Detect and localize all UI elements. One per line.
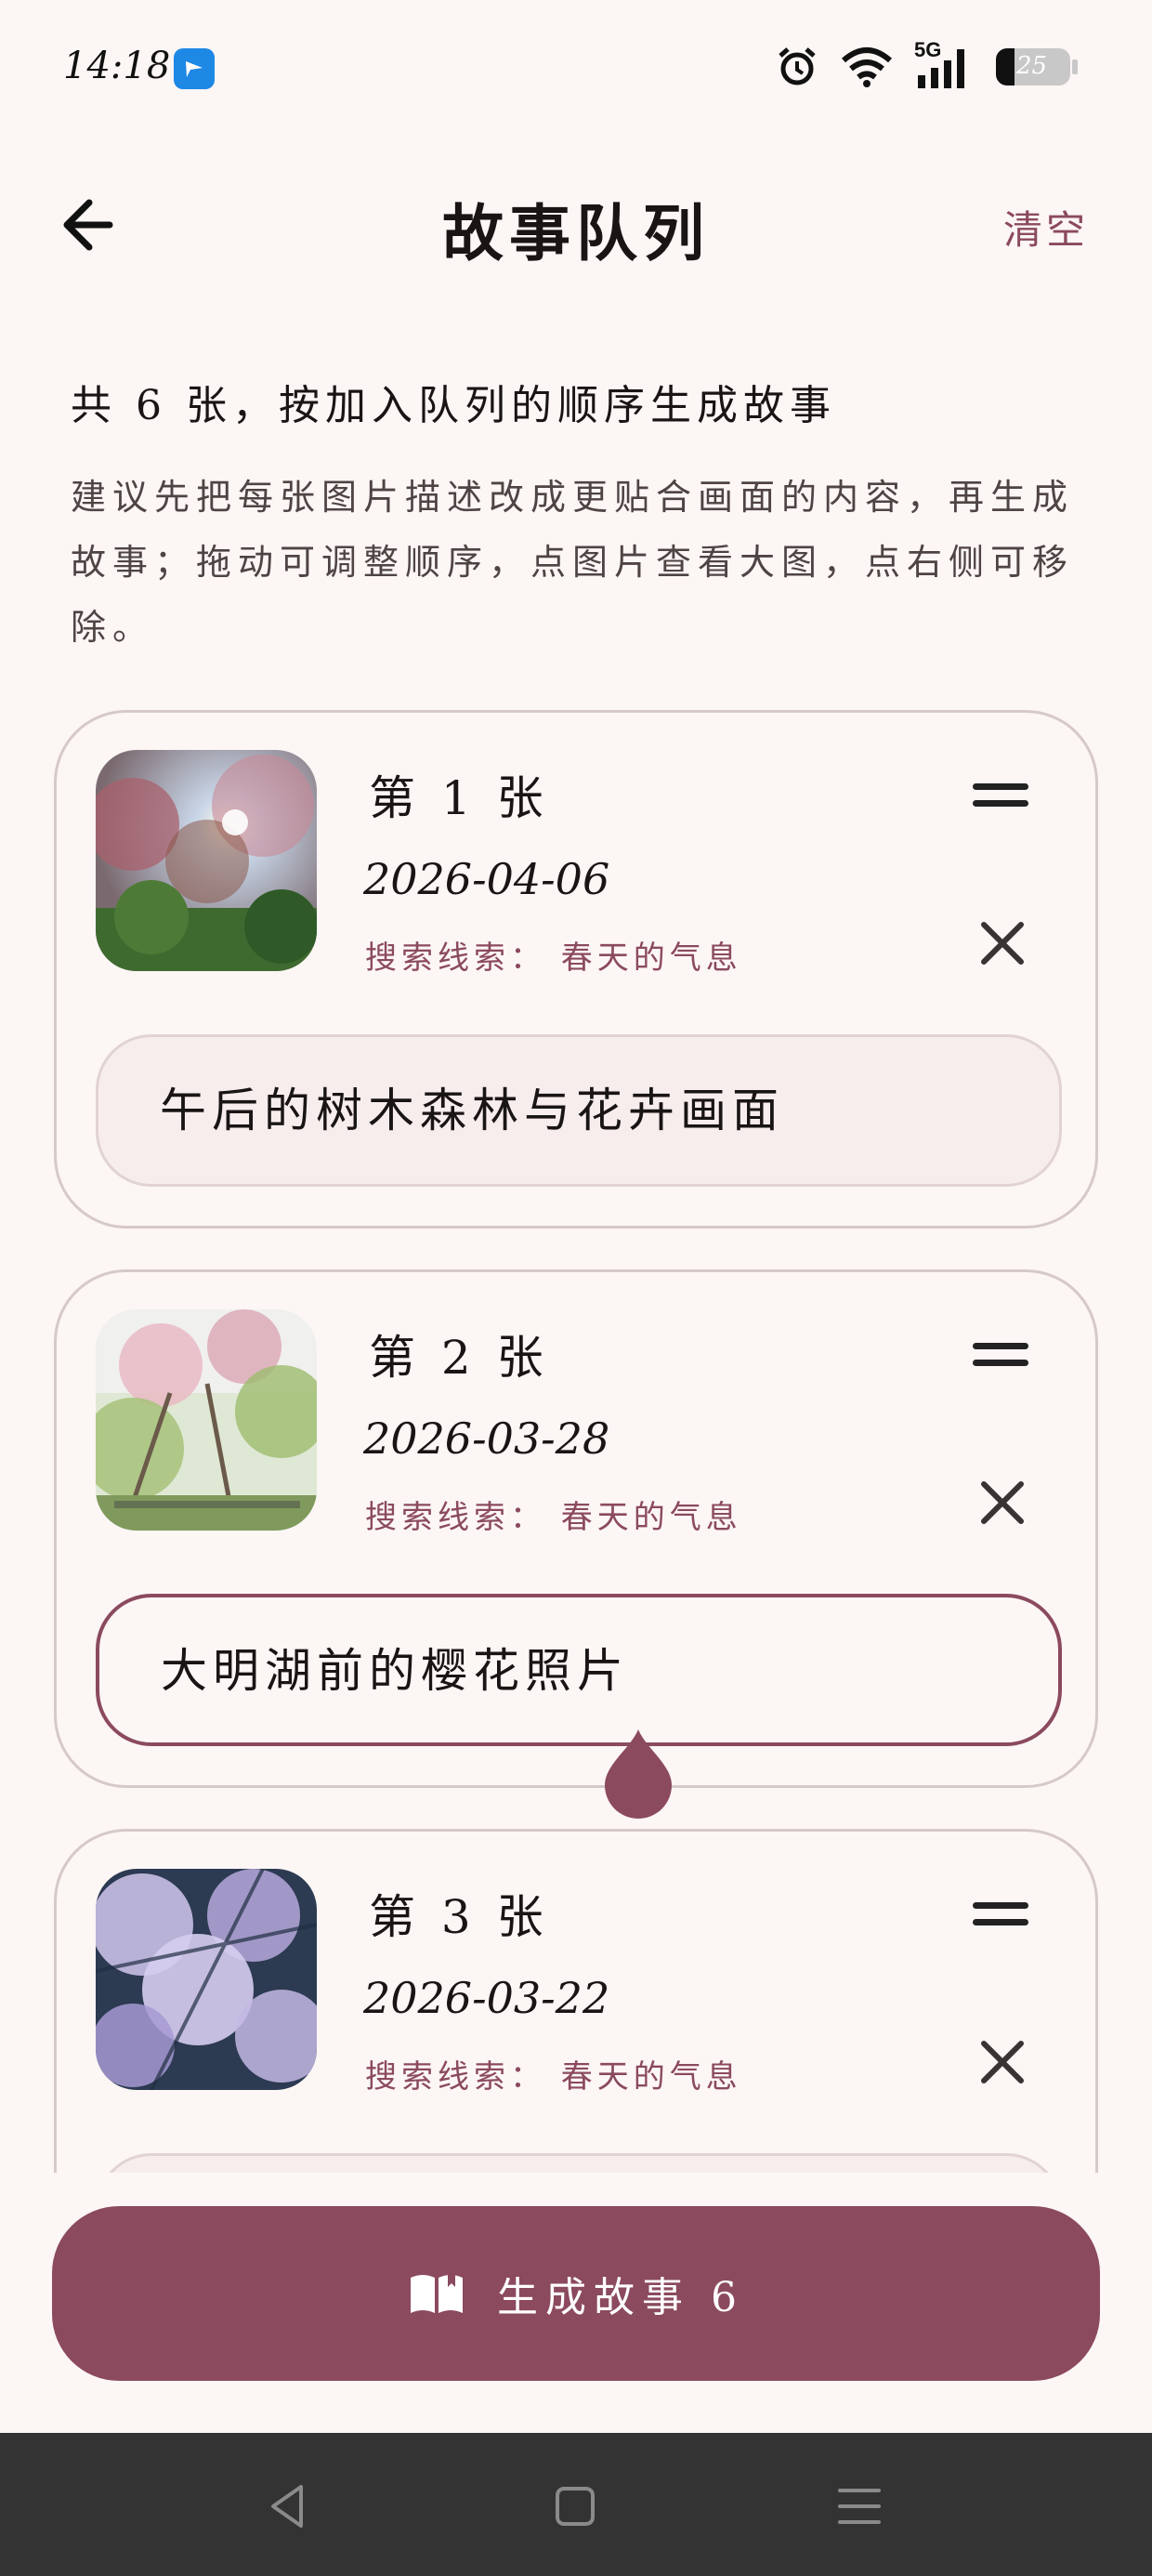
card-search-clue: 搜索线索： 春天的气息 (365, 1499, 742, 1536)
description-field[interactable]: 午后的树木森林与花卉画面 (96, 1034, 1062, 1187)
close-icon (981, 1481, 1024, 1524)
card-search-clue: 搜索线索： 春天的气息 (365, 2058, 742, 2096)
drag-handle-icon[interactable] (973, 1343, 1028, 1376)
card-search-clue: 搜索线索： 春天的气息 (365, 940, 742, 977)
back-triangle-icon (271, 2485, 303, 2528)
card-index: 第 1 张 (369, 771, 549, 825)
description-field[interactable]: 大明湖前的樱花照片 (96, 1594, 1062, 1746)
drag-handle-icon[interactable] (973, 783, 1028, 817)
feishu-icon (174, 48, 215, 89)
clear-button[interactable]: 清空 (1003, 199, 1089, 256)
status-time: 14:18 (63, 45, 171, 87)
queue-hint: 建议先把每张图片描述改成更贴合画面的内容，再生成故事；拖动可调整顺序，点图片查看… (71, 477, 1075, 648)
card-index: 第 3 张 (369, 1890, 549, 1944)
header: 故事队列 清空 (0, 167, 1152, 279)
queue-card[interactable]: 第 1 张 2026-04-06 搜索线索： 春天的气息 午后的树木森林与花卉画… (54, 710, 1098, 1229)
status-bar: 14:18 5G 25 (0, 0, 1152, 139)
card-date: 2026-03-22 (363, 1973, 610, 2023)
queue-card[interactable]: 第 2 张 2026-03-28 搜索线索： 春天的气息 大明湖前的樱花照片 (54, 1269, 1098, 1819)
queue-card[interactable]: 第 3 张 2026-03-22 搜索线索： 春天的气息 (54, 1829, 1098, 2173)
remove-button[interactable] (973, 2032, 1032, 2092)
battery-tip (1072, 59, 1078, 74)
book-open-icon (411, 2274, 463, 2313)
photo-thumbnail[interactable] (96, 1309, 317, 1531)
card-date: 2026-03-28 (363, 1413, 610, 1464)
text-cursor-handle[interactable] (603, 1728, 674, 1820)
close-icon (981, 922, 1024, 965)
queue-summary: 共 6 张，按加入队列的顺序生成故事 (71, 382, 836, 429)
photo-thumbnail[interactable] (96, 1869, 317, 2090)
generate-story-label: 生成故事 6 (497, 2274, 744, 2321)
card-date: 2026-04-06 (363, 854, 610, 904)
system-nav-bar (0, 2433, 1152, 2576)
nav-back-button[interactable] (256, 2474, 321, 2539)
home-square-icon (556, 2487, 595, 2526)
nav-menu-button[interactable] (827, 2474, 892, 2539)
battery-icon: 25 (996, 48, 1070, 85)
queue-list[interactable]: 第 1 张 2026-04-06 搜索线索： 春天的气息 午后的树木森林与花卉画… (0, 706, 1152, 2173)
card-index: 第 2 张 (369, 1331, 549, 1385)
battery-level: 25 (1016, 52, 1048, 80)
remove-button[interactable] (973, 1473, 1032, 1532)
5g-signal-icon: 5G (914, 38, 975, 90)
menu-lines-icon (838, 2489, 881, 2524)
drag-handle-icon[interactable] (973, 1902, 1028, 1936)
close-icon (981, 2041, 1024, 2083)
photo-thumbnail[interactable] (96, 750, 317, 971)
generate-story-button[interactable]: 生成故事 6 (52, 2206, 1100, 2381)
remove-button[interactable] (973, 913, 1032, 973)
nav-home-button[interactable] (543, 2474, 608, 2539)
alarm-icon (779, 47, 816, 85)
description-field[interactable] (96, 2153, 1062, 2173)
page-title: 故事队列 (442, 197, 710, 269)
status-icons: 5G 25 (775, 38, 1078, 95)
wifi-icon (842, 47, 892, 87)
